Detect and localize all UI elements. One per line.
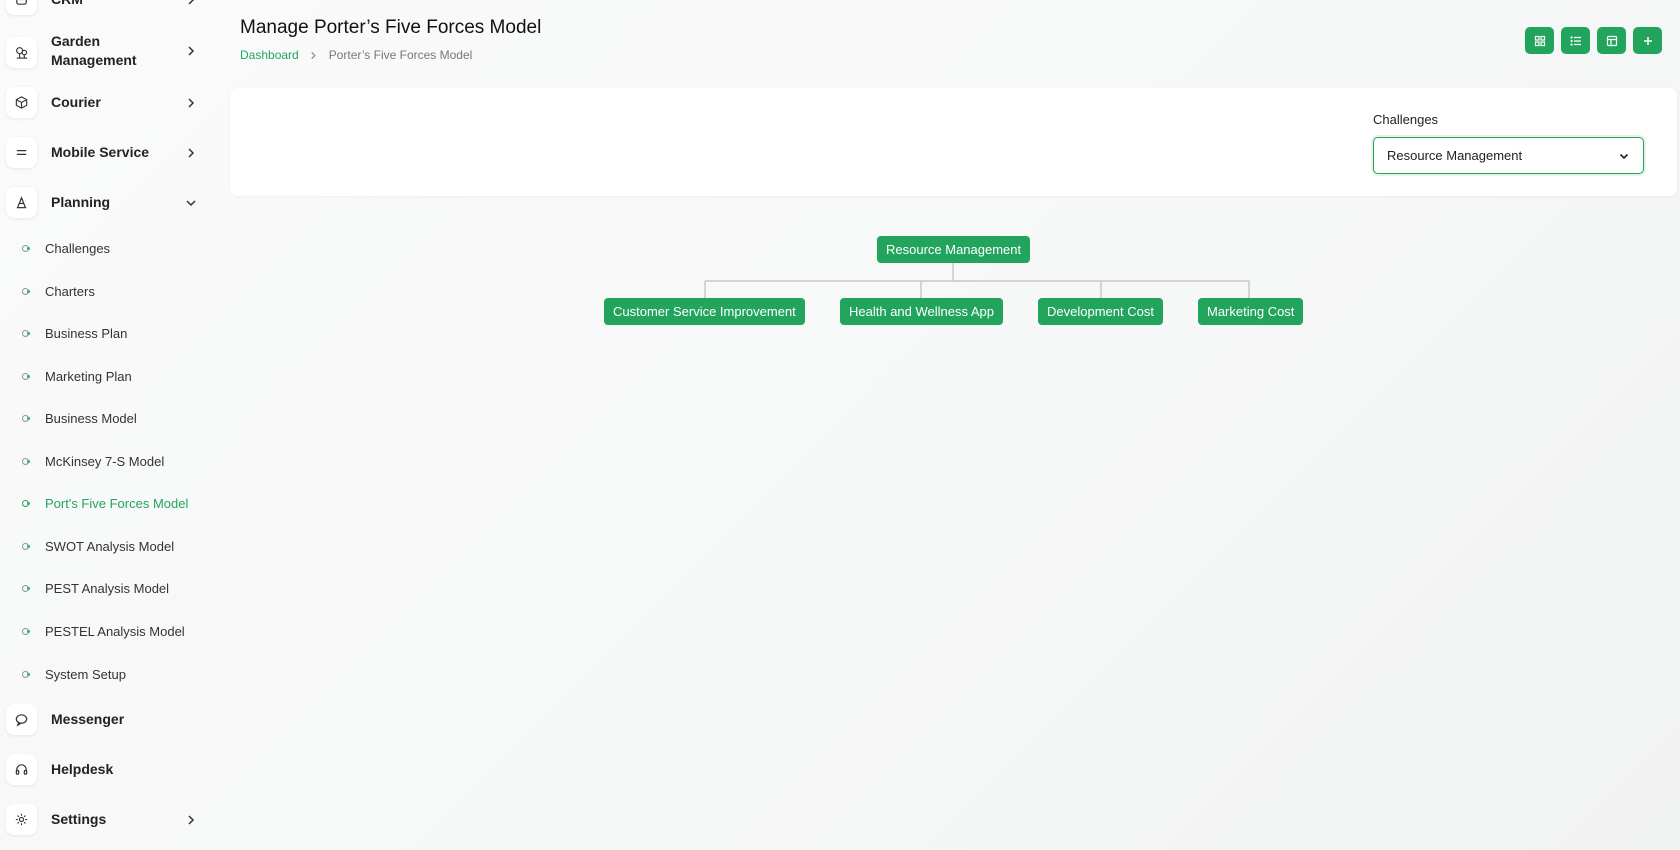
chevron-right-icon [309,50,319,60]
tree-child-node[interactable]: Development Cost [1038,298,1163,325]
sidebar-subitem-porters-five-forces-model[interactable]: Port's Five Forces Model [22,493,188,513]
chat-icon [6,704,37,735]
page-title: Manage Porter’s Five Forces Model [240,17,542,38]
sidebar-subitem-label: System Setup [45,666,126,682]
challenges-select-value: Resource Management [1387,148,1523,163]
sidebar-subitem-business-model[interactable]: Business Model [22,408,137,428]
challenges-filter-label: Challenges [1373,112,1439,127]
chevron-down-icon [184,196,198,210]
chevron-right-icon [184,0,198,7]
chevron-down-icon [1619,153,1629,159]
grid-view-button[interactable] [1525,27,1554,54]
bullet-icon [22,499,30,507]
breadcrumb-dashboard-link[interactable]: Dashboard [240,48,299,62]
sidebar-item-crm[interactable]: CRM [6,0,202,15]
sidebar-subitem-swot-analysis-model[interactable]: SWOT Analysis Model [22,536,174,556]
challenges-select[interactable]: Resource Management [1373,137,1644,174]
bullet-icon [22,244,30,252]
sidebar-item-planning[interactable]: Planning [6,187,202,218]
sidebar-subitem-marketing-plan[interactable]: Marketing Plan [22,366,132,386]
sidebar: CRM Garden Management Courier Mobile Ser… [0,0,214,850]
list-view-icon [1570,35,1581,46]
filter-card: Challenges Resource Management [230,88,1677,196]
bullet-icon [22,670,30,678]
sidebar-subitem-label: PEST Analysis Model [45,580,170,596]
garden-icon [6,36,37,68]
bullet-icon [22,414,30,422]
sidebar-subitem-pest-analysis-model[interactable]: PEST Analysis Model [22,578,169,598]
sidebar-item-garden-management[interactable]: Garden Management [6,32,202,70]
bullet-icon [22,372,30,380]
chevron-right-icon [184,146,198,160]
sidebar-item-helpdesk[interactable]: Helpdesk [6,754,202,785]
bullet-icon [22,584,30,592]
tree-child-node[interactable]: Marketing Cost [1198,298,1304,325]
sidebar-subitem-mckinsey-7s-model[interactable]: McKinsey 7-S Model [22,451,164,471]
sidebar-item-label: Mobile Service [51,144,150,160]
sidebar-item-label: CRM [51,0,184,9]
breadcrumb: Dashboard Porter’s Five Forces Model [240,48,472,62]
view-toolbar [1525,27,1662,54]
sidebar-subitem-label: Marketing Plan [45,368,132,384]
sidebar-item-label: Settings [51,811,107,827]
sidebar-subitem-challenges[interactable]: Challenges [22,238,110,258]
mobile-service-icon [6,137,37,168]
bullet-icon [22,457,30,465]
chevron-right-icon [184,96,198,110]
sidebar-subitem-charters[interactable]: Charters [22,281,95,301]
plus-icon [1643,36,1652,45]
sidebar-item-label: Courier [51,94,101,110]
breadcrumb-current: Porter’s Five Forces Model [328,48,473,62]
sidebar-subitem-system-setup[interactable]: System Setup [22,664,126,684]
box-icon [6,87,37,118]
bullet-icon [22,329,30,337]
sidebar-subitem-label: Port's Five Forces Model [45,495,189,511]
sidebar-subitem-label: Business Plan [45,325,128,341]
bullet-icon [22,627,30,635]
grid-view-icon [1534,35,1545,46]
tree-root-node[interactable]: Resource Management [877,236,1031,263]
sidebar-subitem-label: Challenges [45,240,111,256]
planning-icon [6,187,37,218]
sidebar-item-label: Messenger [51,711,125,727]
crm-icon [6,0,37,15]
sidebar-subitem-label: PESTEL Analysis Model [45,623,185,639]
bullet-icon [22,287,30,295]
chevron-right-icon [184,813,198,827]
gear-icon [6,804,37,835]
sidebar-subitem-label: SWOT Analysis Model [45,538,175,554]
tree-child-node[interactable]: Health and Wellness App [840,298,1004,325]
sidebar-item-settings[interactable]: Settings [6,804,202,835]
sidebar-subitem-label: McKinsey 7-S Model [45,453,165,469]
bullet-icon [22,542,30,550]
list-view-button[interactable] [1561,27,1590,54]
table-view-button[interactable] [1597,27,1626,54]
sidebar-subitem-label: Charters [45,283,95,299]
sidebar-item-messenger[interactable]: Messenger [6,704,202,735]
headset-icon [6,754,37,785]
sidebar-item-courier[interactable]: Courier [6,87,202,118]
chevron-right-icon [184,44,198,58]
add-button[interactable] [1633,27,1662,54]
sidebar-item-label: Garden Management [51,33,137,68]
sidebar-item-label: Helpdesk [51,761,114,777]
sidebar-subitem-label: Business Model [45,410,137,426]
sidebar-subitem-pestel-analysis-model[interactable]: PESTEL Analysis Model [22,621,185,641]
tree-child-node[interactable]: Customer Service Improvement [604,298,805,325]
sidebar-item-mobile-service[interactable]: Mobile Service [6,137,202,168]
table-view-icon [1606,35,1617,46]
sidebar-subitem-business-plan[interactable]: Business Plan [22,323,127,343]
sidebar-item-label: Planning [51,194,111,210]
